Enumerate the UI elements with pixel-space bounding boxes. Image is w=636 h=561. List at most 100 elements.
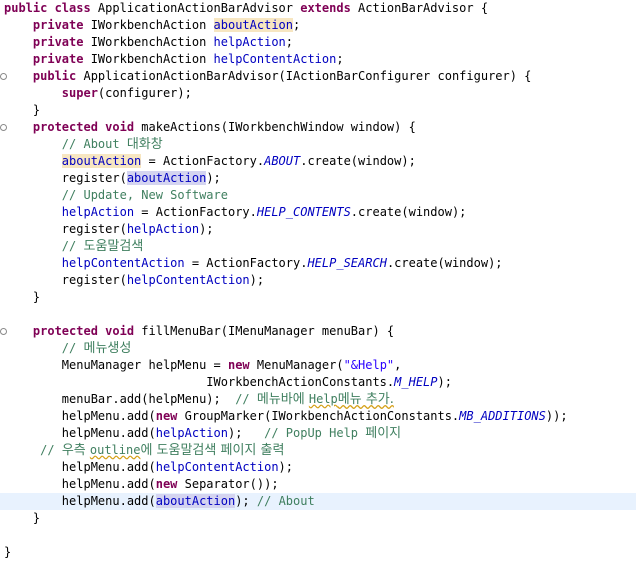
code-token: makeActions(IWorkbenchWindow window) { (141, 120, 416, 134)
code-token: // About (256, 494, 315, 508)
code-line[interactable]: protected void fillMenuBar(IMenuManager … (0, 323, 636, 340)
code-line[interactable]: } (0, 544, 636, 561)
code-text: helpAction = ActionFactory.HELP_CONTENTS… (4, 204, 467, 221)
code-token: "&Help" (343, 358, 395, 372)
code-line[interactable]: helpMenu.add(new Separator()); (0, 476, 636, 493)
code-token: ABOUT (264, 154, 301, 168)
java-code-editor[interactable]: public class ApplicationActionBarAdvisor… (0, 0, 636, 559)
code-token: protected (32, 120, 106, 134)
code-line[interactable]: helpMenu.add(helpAction); // PopUp Help … (0, 425, 636, 442)
code-line[interactable]: private IWorkbenchAction helpAction; (0, 34, 636, 51)
code-text: private IWorkbenchAction helpContentActi… (4, 51, 344, 68)
code-token: } (4, 290, 41, 304)
code-line[interactable]: // 우측 outline에 도움말검색 페이지 출력 (0, 442, 636, 459)
code-token: )); (545, 409, 568, 423)
code-text: register(helpContentAction); (4, 272, 264, 289)
code-token: M_HELP (394, 375, 438, 389)
code-line[interactable] (0, 527, 636, 544)
code-line[interactable]: MenuManager helpMenu = new MenuManager("… (0, 357, 636, 374)
code-text: IWorkbenchActionConstants.M_HELP); (4, 374, 452, 391)
code-line[interactable]: helpAction = ActionFactory.HELP_CONTENTS… (0, 204, 636, 221)
code-line[interactable]: private IWorkbenchAction aboutAction; (0, 17, 636, 34)
code-token: // (235, 392, 257, 406)
code-text: protected void fillMenuBar(IMenuManager … (4, 323, 394, 340)
code-token: helpMenu.add( (4, 426, 156, 440)
code-line[interactable]: private IWorkbenchAction helpContentActi… (0, 51, 636, 68)
code-line[interactable]: helpMenu.add(aboutAction); // About (0, 493, 636, 510)
code-token: 메뉴바에 (256, 392, 309, 407)
code-text: helpContentAction = ActionFactory.HELP_S… (4, 255, 503, 272)
code-text: } (4, 544, 11, 561)
code-line[interactable]: IWorkbenchActionConstants.M_HELP); (0, 374, 636, 391)
code-line[interactable]: register(helpAction); (0, 221, 636, 238)
code-token: protected (32, 324, 106, 338)
code-token: helpMenu.add( (4, 460, 156, 474)
code-token: } (4, 511, 41, 525)
code-token: public class (4, 1, 98, 15)
code-token: public (32, 69, 84, 83)
code-line[interactable]: helpMenu.add(helpContentAction); (0, 459, 636, 476)
code-token: 페이지 (365, 426, 402, 441)
code-text: } (4, 289, 40, 306)
code-text: protected void makeActions(IWorkbenchWin… (4, 119, 416, 136)
code-token: void (105, 120, 142, 134)
code-token: 대화창 (126, 137, 163, 152)
code-token: private (32, 18, 91, 32)
code-token: helpMenu.add( (4, 494, 156, 508)
code-token: // (40, 443, 62, 457)
code-token: IWorkbenchAction (90, 52, 214, 66)
code-token: 도움말검색 (83, 239, 144, 254)
code-line[interactable]: helpContentAction = ActionFactory.HELP_S… (0, 255, 636, 272)
code-token: void (105, 324, 142, 338)
code-token: 우측 (61, 443, 90, 458)
code-line[interactable]: register(helpContentAction); (0, 272, 636, 289)
code-text: MenuManager helpMenu = new MenuManager("… (4, 357, 402, 374)
code-token: HELP_SEARCH (307, 256, 387, 270)
code-line[interactable] (0, 306, 636, 323)
code-token: MB_ADDITIONS (459, 409, 546, 423)
code-token: ); (206, 171, 221, 185)
code-text: helpMenu.add(helpAction); // PopUp Help … (4, 425, 401, 442)
code-token: = ActionFactory. (184, 256, 308, 270)
code-token: helpAction (126, 222, 200, 236)
code-line[interactable]: super(configurer); (0, 85, 636, 102)
code-line[interactable]: } (0, 510, 636, 527)
code-token: extends (300, 1, 359, 15)
code-token: (configurer); (97, 86, 192, 100)
code-token: ); (235, 494, 257, 508)
code-line[interactable]: // 메뉴생성 (0, 340, 636, 357)
code-line[interactable]: helpMenu.add(new GroupMarker(IWorkbenchA… (0, 408, 636, 425)
code-token: IWorkbenchActionConstants. (4, 375, 395, 389)
code-line[interactable]: // Update, New Software (0, 187, 636, 204)
code-token: ActionBarAdvisor { (358, 1, 489, 15)
code-token: helpAction (61, 205, 135, 219)
code-line[interactable]: } (0, 289, 636, 306)
code-token: ; (293, 18, 301, 32)
code-line[interactable]: public ApplicationActionBarAdvisor(IActi… (0, 68, 636, 85)
code-token: ApplicationActionBarAdvisor(IActionBarCo… (83, 69, 532, 83)
code-line[interactable]: // About 대화창 (0, 136, 636, 153)
code-line[interactable]: } (0, 102, 636, 119)
code-token: // About (61, 137, 127, 151)
code-line[interactable]: public class ApplicationActionBarAdvisor… (0, 0, 636, 17)
code-token: } (4, 103, 41, 117)
code-line[interactable]: protected void makeActions(IWorkbenchWin… (0, 119, 636, 136)
code-text: // 우측 outline에 도움말검색 페이지 출력 (4, 442, 284, 459)
code-token: aboutAction (155, 494, 236, 508)
code-token: IWorkbenchAction (90, 18, 214, 32)
code-line[interactable]: menuBar.add(helpMenu); // 메뉴바에 Help메뉴 추가… (0, 391, 636, 408)
code-token: helpContentAction (213, 52, 337, 66)
code-line[interactable]: // 도움말검색 (0, 238, 636, 255)
code-token: super (61, 86, 98, 100)
code-line[interactable]: register(aboutAction); (0, 170, 636, 187)
code-token: private (32, 35, 91, 49)
code-token: ApplicationActionBarAdvisor (97, 1, 301, 15)
code-line[interactable]: aboutAction = ActionFactory.ABOUT.create… (0, 153, 636, 170)
